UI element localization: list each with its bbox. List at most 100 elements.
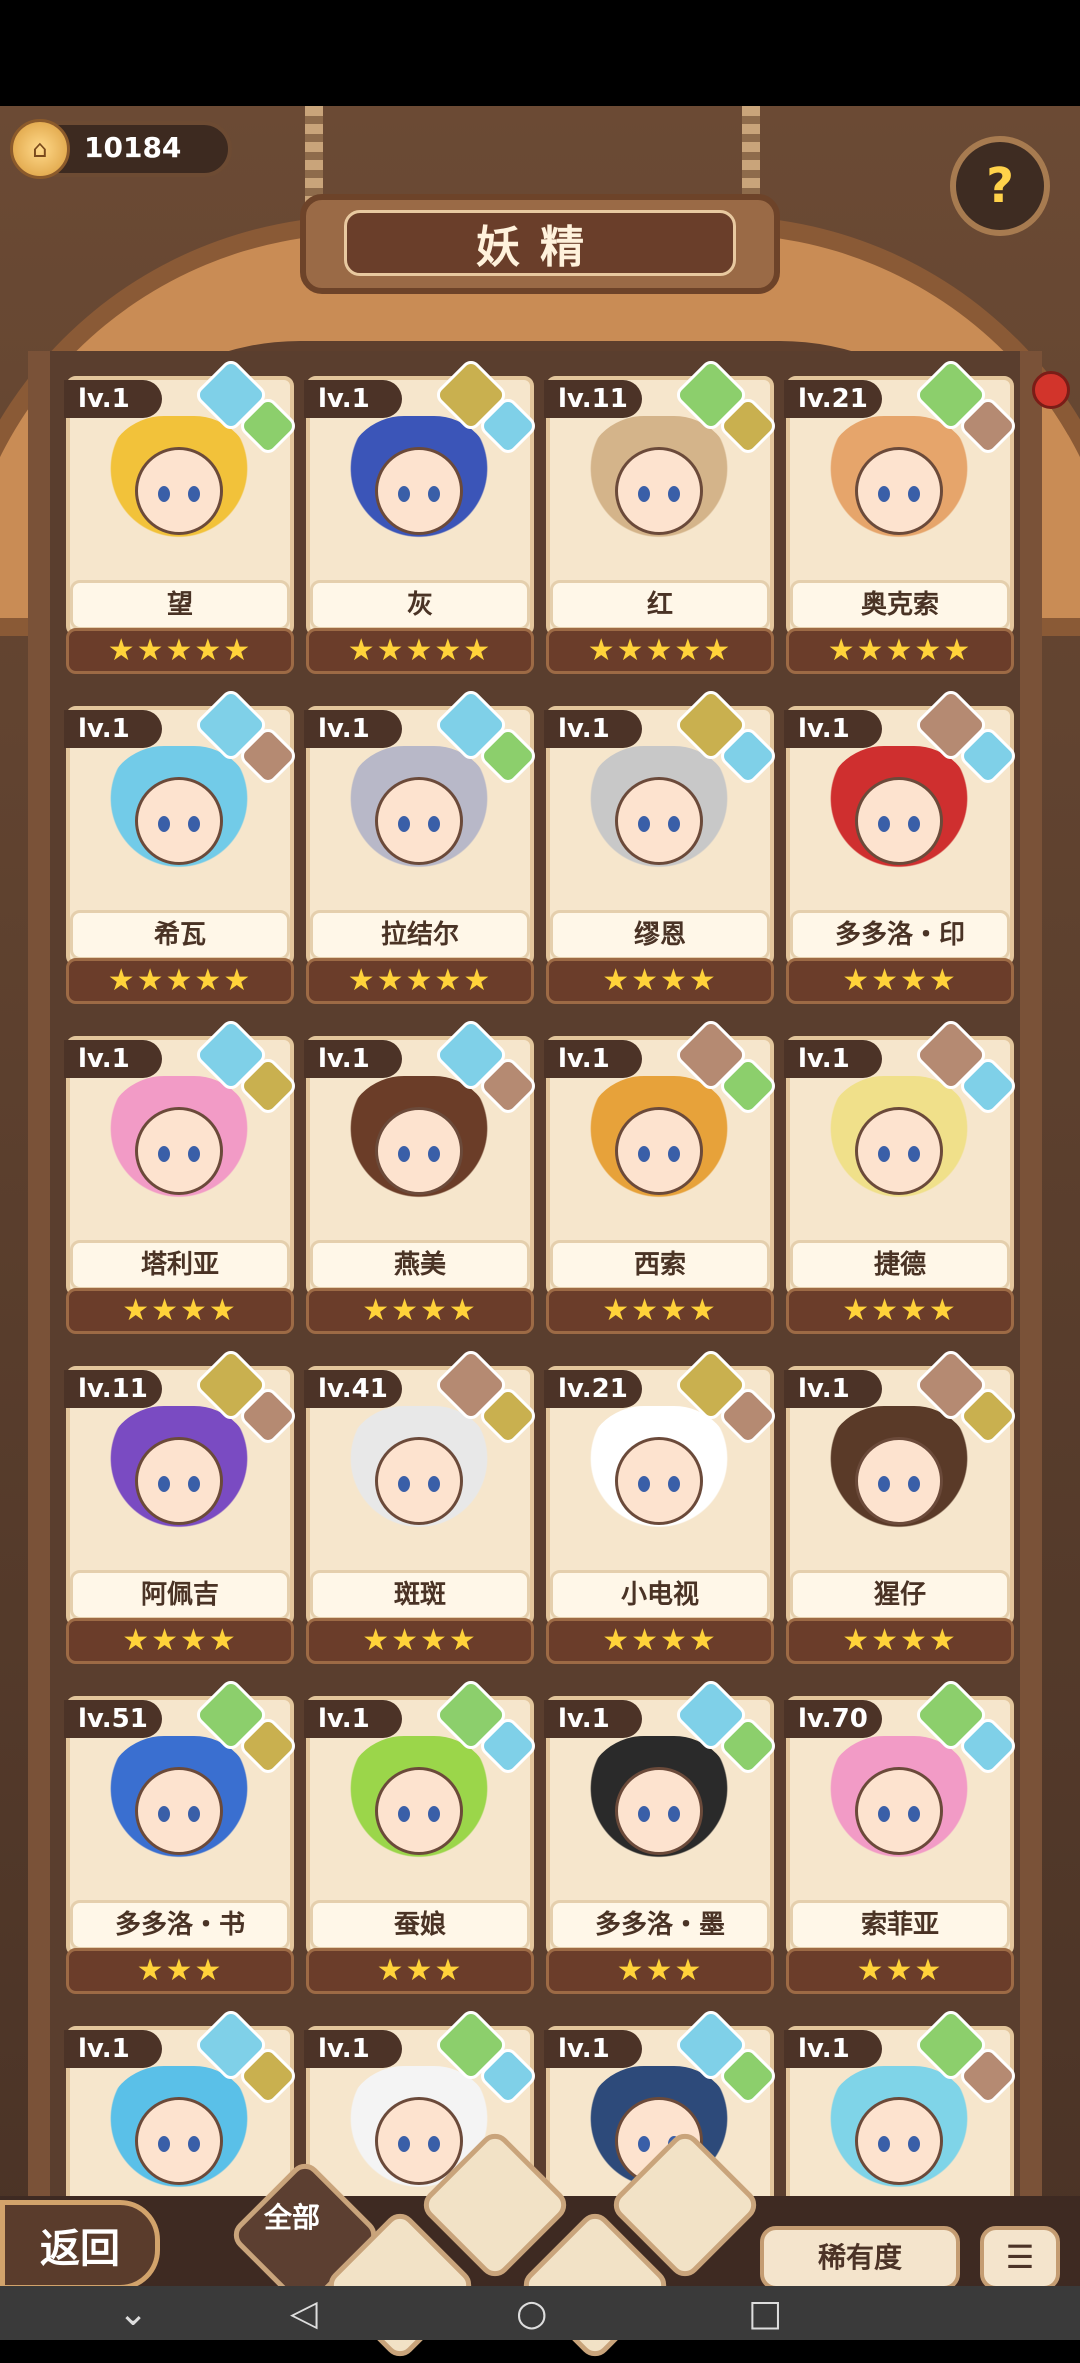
fairy-card[interactable]: lv.41 斑斑 ★★★★	[304, 1346, 540, 1666]
fairy-card[interactable]: lv.1 多多洛・印 ★★★★	[784, 686, 1020, 1006]
level-badge: lv.70	[784, 1700, 882, 1738]
fairy-name: 红	[550, 580, 770, 630]
fairy-face	[615, 1437, 703, 1525]
coin-counter: ⌂ 10184	[10, 119, 232, 179]
notification-dot	[1032, 371, 1070, 409]
fairy-portrait	[344, 746, 494, 896]
fairy-portrait	[584, 746, 734, 896]
filter-all-label: 全部	[264, 2201, 321, 2234]
fairy-name: 多多洛・书	[70, 1900, 290, 1950]
fairy-name: 灰	[310, 580, 530, 630]
level-badge: lv.1	[544, 1700, 642, 1738]
fairy-card[interactable]: lv.11 阿佩吉 ★★★★	[64, 1346, 300, 1666]
fairy-portrait	[104, 746, 254, 896]
fairy-card[interactable]: lv.1 多多洛・墨 ★★★	[544, 1676, 780, 1996]
fairy-face	[855, 1767, 943, 1855]
fairy-card[interactable]: lv.1 灰 ★★★★★	[304, 356, 540, 676]
fairy-face	[135, 1107, 223, 1195]
fairy-card[interactable]: lv.1 塔利亚 ★★★★	[64, 1016, 300, 1336]
level-badge: lv.51	[64, 1700, 162, 1738]
fairy-face	[375, 777, 463, 865]
level-badge: lv.1	[544, 710, 642, 748]
rarity-sort-button[interactable]: 稀有度	[760, 2226, 960, 2290]
star-rating: ★★★★	[786, 1288, 1014, 1334]
fairy-card[interactable]: lv.1 缪恩 ★★★★	[544, 686, 780, 1006]
fairy-card[interactable]: lv.1 蚕娘 ★★★	[304, 1676, 540, 1996]
fairy-portrait	[824, 1736, 974, 1886]
fairy-portrait	[824, 1406, 974, 1556]
chevron-down-icon[interactable]: ⌄	[118, 2296, 148, 2332]
star-rating: ★★★	[66, 1948, 294, 1994]
star-rating: ★★★	[786, 1948, 1014, 1994]
fairy-name: 斑斑	[310, 1570, 530, 1620]
fairy-card[interactable]: lv.1 捷德 ★★★★	[784, 1016, 1020, 1336]
fairy-name: 多多洛・印	[790, 910, 1010, 960]
back-triangle-icon[interactable]: ◁	[290, 2296, 318, 2332]
fairy-name: 燕美	[310, 1240, 530, 1290]
fairy-name: 小电视	[550, 1570, 770, 1620]
level-badge: lv.1	[304, 1040, 402, 1078]
fairy-portrait	[104, 1406, 254, 1556]
fairy-card[interactable]: lv.11 红 ★★★★★	[544, 356, 780, 676]
fairy-face	[135, 2097, 223, 2185]
level-badge: lv.1	[544, 2030, 642, 2068]
fairy-card[interactable]: lv.1 希瓦 ★★★★★	[64, 686, 300, 1006]
star-rating: ★★★★	[306, 1288, 534, 1334]
fairy-face	[375, 1107, 463, 1195]
fairy-face	[135, 1767, 223, 1855]
fairy-card[interactable]: lv.1 望 ★★★★★	[64, 356, 300, 676]
fairy-portrait	[824, 2066, 974, 2216]
star-rating: ★★★★★	[66, 958, 294, 1004]
fairy-face	[375, 447, 463, 535]
help-button[interactable]: ?	[950, 136, 1050, 236]
fairy-portrait	[104, 1736, 254, 1886]
list-icon[interactable]: ☰	[980, 2226, 1060, 2290]
star-rating: ★★★★	[306, 1618, 534, 1664]
back-button[interactable]: 返回	[0, 2200, 160, 2290]
star-rating: ★★★★★	[306, 958, 534, 1004]
fairy-portrait	[344, 416, 494, 566]
title-plank: 妖精	[300, 194, 780, 294]
level-badge: lv.1	[784, 1040, 882, 1078]
fairy-name: 阿佩吉	[70, 1570, 290, 1620]
fairy-face	[855, 1107, 943, 1195]
back-label: 返回	[40, 2226, 120, 2272]
fairy-name: 希瓦	[70, 910, 290, 960]
fairy-face	[615, 1107, 703, 1195]
star-rating: ★★★★	[546, 1288, 774, 1334]
star-rating: ★★★★★	[306, 628, 534, 674]
recent-square-icon[interactable]: □	[748, 2296, 782, 2332]
fairy-name: 塔利亚	[70, 1240, 290, 1290]
level-badge: lv.21	[784, 380, 882, 418]
fairy-card[interactable]: lv.1 拉结尔 ★★★★★	[304, 686, 540, 1006]
fairy-card[interactable]: lv.1 西索 ★★★★	[544, 1016, 780, 1336]
fairy-card[interactable]: lv.21 小电视 ★★★★	[544, 1346, 780, 1666]
fairy-portrait	[584, 1076, 734, 1226]
fairy-face	[375, 1437, 463, 1525]
home-circle-icon[interactable]: ○	[516, 2296, 547, 2332]
fairy-face	[375, 1767, 463, 1855]
fairy-face	[135, 777, 223, 865]
fairy-face	[855, 447, 943, 535]
fairy-card[interactable]: lv.21 奥克索 ★★★★★	[784, 356, 1020, 676]
level-badge: lv.1	[304, 2030, 402, 2068]
level-badge: lv.1	[64, 710, 162, 748]
fairy-card[interactable]: lv.51 多多洛・书 ★★★	[64, 1676, 300, 1996]
star-rating: ★★★★	[546, 958, 774, 1004]
fairy-name: 拉结尔	[310, 910, 530, 960]
level-badge: lv.11	[544, 380, 642, 418]
fairy-card[interactable]: lv.1 猩仔 ★★★★	[784, 1346, 1020, 1666]
fairy-card[interactable]: lv.70 索菲亚 ★★★	[784, 1676, 1020, 1996]
level-badge: lv.1	[784, 2030, 882, 2068]
fairy-card[interactable]: lv.1 燕美 ★★★★	[304, 1016, 540, 1336]
star-rating: ★★★★	[66, 1618, 294, 1664]
status-bar	[0, 0, 1080, 106]
fairy-portrait	[584, 1406, 734, 1556]
level-badge: lv.1	[64, 2030, 162, 2068]
fairy-portrait	[104, 416, 254, 566]
level-badge: lv.1	[64, 380, 162, 418]
fairy-face	[855, 1437, 943, 1525]
star-rating: ★★★★★	[66, 628, 294, 674]
fairy-portrait	[824, 416, 974, 566]
fairy-portrait	[584, 1736, 734, 1886]
